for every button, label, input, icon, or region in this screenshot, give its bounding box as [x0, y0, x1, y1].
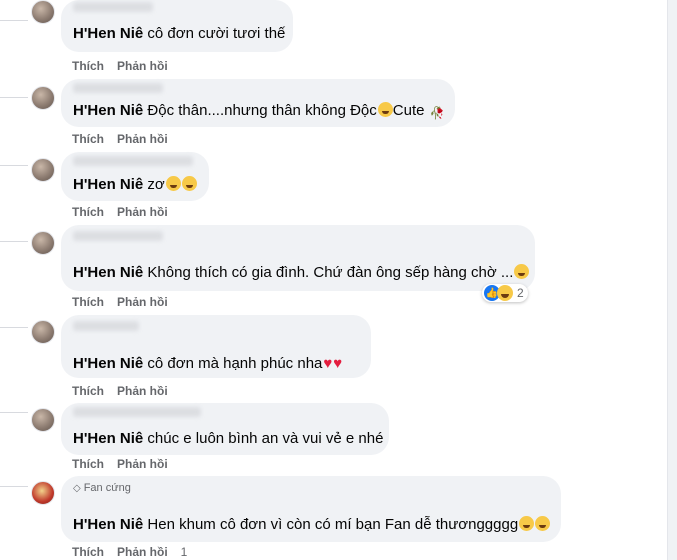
thread-line — [0, 412, 28, 413]
laughing-emoji-icon — [535, 516, 551, 531]
mention-link[interactable]: H'Hen Niê — [73, 264, 143, 281]
comment-text: H'Hen Niê Độc thân....nhưng thân không Đ… — [73, 101, 445, 123]
comment-body-suffix: Cute — [392, 102, 425, 119]
smile-emoji-icon — [514, 264, 530, 279]
badge-label: Fan cứng — [83, 482, 131, 494]
laughing-emoji-icon — [165, 176, 181, 191]
laughing-emoji-icon — [519, 516, 535, 531]
like-button[interactable]: Thích — [72, 457, 104, 471]
mention-link[interactable]: H'Hen Niê — [73, 516, 143, 533]
comment-actions: Thích Phản hồi — [72, 132, 181, 146]
comment-bubble: ◇ Fan cứng H'Hen Niê Hen khum cô đơn vì c… — [61, 476, 561, 542]
like-button[interactable]: Thích — [72, 132, 104, 146]
reply-button[interactable]: Phản hồi — [117, 132, 168, 146]
mention-link[interactable]: H'Hen Niê — [73, 430, 143, 447]
comment-text: H'Hen Niê Hen khum cô đơn vì còn có mí b… — [73, 515, 551, 535]
comment-bubble: H'Hen Niê cô đơn mà hạnh phúc nha♥♥ — [61, 315, 371, 378]
comment-bubble: H'Hen Niê cô đơn cười tươi thế — [61, 0, 293, 52]
redacted-author-name — [73, 407, 201, 417]
reply-button[interactable]: Phản hồi — [117, 545, 168, 559]
avatar[interactable] — [31, 0, 55, 24]
avatar[interactable] — [31, 158, 55, 182]
comment-actions: Thích Phản hồi — [72, 205, 181, 219]
reply-button[interactable]: Phản hồi — [117, 295, 168, 309]
comment-text: H'Hen Niê chúc e luôn bình an và vui vẻ … — [73, 429, 383, 449]
heart-emoji-icon: ♥ — [323, 355, 333, 372]
thread-line — [0, 241, 28, 242]
comment-body: zơ — [143, 176, 165, 193]
avatar[interactable] — [31, 408, 55, 432]
avatar[interactable] — [31, 86, 55, 110]
redacted-author-name — [73, 2, 153, 12]
comment-bubble: H'Hen Niê Không thích có gia đình. Chứ đ… — [61, 225, 535, 291]
thread-line — [0, 20, 28, 21]
comment-text: H'Hen Niê cô đơn mà hạnh phúc nha♥♥ — [73, 354, 342, 374]
rose-emoji-icon: 🥀 — [429, 106, 445, 120]
comment-body: Không thích có gia đình. Chứ đàn ông sếp… — [143, 264, 514, 281]
avatar[interactable] — [31, 320, 55, 344]
extra-count: 1 — [180, 545, 188, 559]
reply-button[interactable]: Phản hồi — [117, 384, 168, 398]
reply-button[interactable]: Phản hồi — [117, 205, 168, 219]
comment-actions: Thích Phản hồi — [72, 457, 181, 471]
redacted-author-name — [73, 321, 139, 331]
reply-button[interactable]: Phản hồi — [117, 59, 168, 73]
comment-body: Hen khum cô đơn vì còn có mí bạn Fan dễ … — [143, 516, 519, 533]
like-button[interactable]: Thích — [72, 384, 104, 398]
heart-emoji-icon: ♥ — [333, 355, 343, 372]
avatar[interactable] — [31, 481, 55, 505]
like-button[interactable]: Thích — [72, 545, 104, 559]
diamond-icon: ◇ — [73, 483, 81, 494]
laughing-emoji-icon — [181, 176, 197, 191]
comment-bubble: H'Hen Niê zơ — [61, 152, 209, 201]
reaction-count: 2 — [517, 286, 524, 300]
comment-text: H'Hen Niê Không thích có gia đình. Chứ đ… — [73, 263, 530, 283]
thread-line — [0, 327, 28, 328]
comment-body: cô đơn cười tươi thế — [143, 25, 286, 42]
comment-text: H'Hen Niê cô đơn cười tươi thế — [73, 24, 285, 44]
haha-reaction-icon — [497, 285, 513, 301]
mention-link[interactable]: H'Hen Niê — [73, 25, 143, 42]
thread-line — [0, 486, 28, 487]
thread-line — [0, 165, 28, 166]
comment-actions: Thích Phản hồi — [72, 384, 181, 398]
top-fan-badge: ◇ Fan cứng — [73, 482, 131, 494]
avatar[interactable] — [31, 231, 55, 255]
comment-body: cô đơn mà hạnh phúc nha — [143, 355, 323, 372]
smile-emoji-icon — [377, 102, 393, 117]
reaction-summary[interactable]: 👍 2 — [482, 284, 528, 302]
like-button[interactable]: Thích — [72, 59, 104, 73]
comment-actions: Thích Phản hồi — [72, 295, 181, 309]
redacted-author-name — [73, 231, 163, 241]
comment-bubble: H'Hen Niê Độc thân....nhưng thân không Đ… — [61, 79, 455, 127]
comment-actions: Thích Phản hồi — [72, 59, 181, 73]
comment-text: H'Hen Niê zơ — [73, 175, 197, 195]
comment-bubble: H'Hen Niê chúc e luôn bình an và vui vẻ … — [61, 403, 389, 455]
comment-body: Độc thân....nhưng thân không Độc — [143, 102, 377, 119]
like-button[interactable]: Thích — [72, 205, 104, 219]
mention-link[interactable]: H'Hen Niê — [73, 176, 143, 193]
reply-button[interactable]: Phản hồi — [117, 457, 168, 471]
like-button[interactable]: Thích — [72, 295, 104, 309]
redacted-author-name — [73, 83, 163, 93]
mention-link[interactable]: H'Hen Niê — [73, 102, 143, 119]
redacted-author-name — [73, 156, 193, 166]
thread-line — [0, 97, 28, 98]
mention-link[interactable]: H'Hen Niê — [73, 355, 143, 372]
comment-body: chúc e luôn bình an và vui vẻ e nhé — [143, 430, 384, 447]
scrollbar-track[interactable] — [667, 0, 677, 560]
comment-actions: Thích Phản hồi 1 — [72, 545, 200, 559]
